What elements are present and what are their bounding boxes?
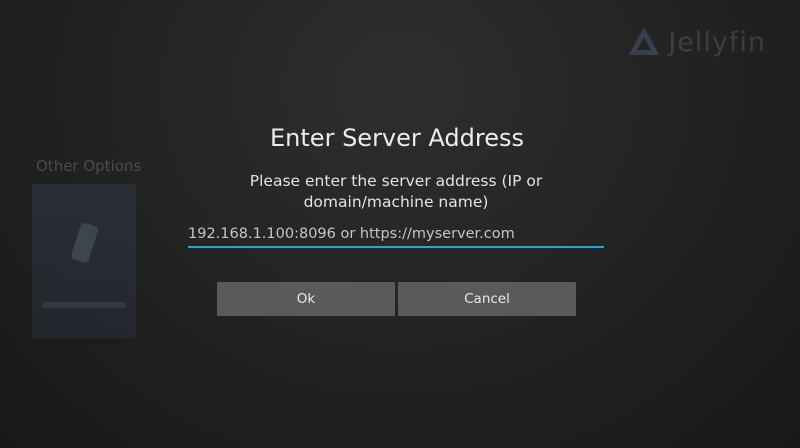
ok-button[interactable]: Ok [217,282,395,316]
cancel-button[interactable]: Cancel [398,282,576,316]
server-address-dialog: Enter Server Address Please enter the se… [0,0,800,448]
dialog-title: Enter Server Address [270,124,524,152]
dialog-message: Please enter the server address (IP or d… [249,172,543,211]
server-address-input[interactable] [188,222,604,248]
